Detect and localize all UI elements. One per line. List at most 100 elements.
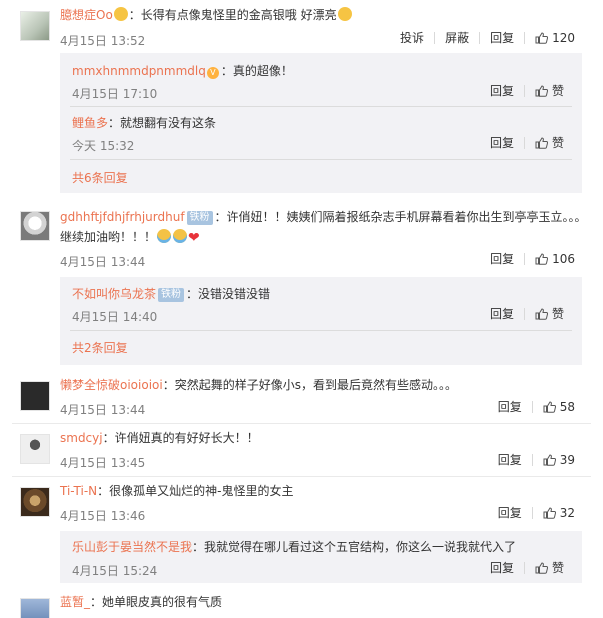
comment: gdhhftjfdhjfrhjurdhuf 铁粉 ：许俏妞！！姨姨们隔着报纸杂志手机… (0, 200, 603, 370)
comment-date: 4月15日 13:45 (60, 456, 146, 470)
reply-body: mmxhnmmdpnmmdlq V ：真的超像！ (72, 63, 570, 79)
thumbs-up-icon (535, 137, 548, 149)
avatar[interactable] (20, 211, 50, 241)
reply-box: 乐山彭于晏当然不是我：我就觉得在哪儿看过这个五官结构，你这么一说我就代入了 4月… (60, 531, 582, 583)
reply-text: ：没错没错没错 (186, 287, 271, 301)
comment-username[interactable]: gdhhftjfdhjfrhjurdhuf (60, 210, 185, 224)
reply-button[interactable]: 回复 (479, 32, 524, 44)
comment-actions: 回复 39 (488, 454, 585, 466)
like-count: 32 (559, 506, 575, 520)
comment-username[interactable]: 蓝暂_ (60, 595, 90, 609)
reply-username[interactable]: 乐山彭于晏当然不是我 (72, 540, 192, 554)
thumbs-up-icon (543, 454, 556, 466)
avatar[interactable] (20, 434, 50, 464)
reply-actions: 回复 赞 (480, 308, 574, 320)
reply-text: ：我就觉得在哪儿看过这个五官结构，你这么一说我就代入了 (192, 540, 517, 554)
comment-date: 4月15日 13:52 (60, 34, 146, 48)
like-label: 赞 (551, 84, 564, 98)
reply-actions: 回复 赞 (480, 137, 574, 149)
crying-emoji-icon (157, 229, 172, 243)
comment-username[interactable]: smdcyj (60, 431, 103, 445)
divider (70, 159, 572, 160)
comment-body: 臆想症Oo ：长得有点像鬼怪里的金高银哦 好漂亮 (60, 7, 591, 23)
like-button[interactable]: 120 (524, 32, 585, 44)
comment-date: 4月15日 13:44 (60, 255, 146, 269)
like-label: 赞 (551, 307, 564, 321)
reply-username[interactable]: mmxhnmmdpnmmdlq (72, 64, 206, 78)
reply-username[interactable]: 鲤鱼多 (72, 116, 108, 130)
emoji-icon (337, 7, 352, 21)
like-button[interactable]: 赞 (523, 561, 574, 575)
avatar[interactable] (20, 487, 50, 517)
like-count: 120 (552, 31, 575, 45)
report-button[interactable]: 投诉 (390, 32, 434, 44)
comment-actions: 投诉 屏蔽 回复 120 (390, 32, 585, 44)
reply-button[interactable]: 回复 (480, 562, 524, 574)
reply-date: 4月15日 15:24 (72, 564, 158, 578)
reply-button[interactable]: 回复 (480, 137, 524, 149)
like-button[interactable]: 赞 (523, 136, 574, 150)
thumbs-up-icon (535, 85, 548, 97)
reply-button[interactable]: 回复 (488, 507, 532, 519)
crying-emoji-icon (173, 229, 188, 243)
thumbs-up-icon (535, 562, 548, 574)
comment: 懒梦全惊破oioioioi：突然起舞的样子好像小s，看到最后竟然有些感动。。。 … (0, 370, 603, 420)
reply-button[interactable]: 回复 (480, 308, 524, 320)
reply-username[interactable]: 不如叫你乌龙茶 (72, 287, 156, 301)
reply-button[interactable]: 回复 (480, 253, 524, 265)
like-button[interactable]: 106 (524, 253, 585, 265)
emoji-icon (113, 7, 128, 21)
comment: 臆想症Oo ：长得有点像鬼怪里的金高银哦 好漂亮 4月15日 13:52 投诉 屏… (0, 0, 603, 193)
reply-button[interactable]: 回复 (488, 454, 532, 466)
comment-actions: 回复 58 (488, 401, 585, 413)
comment-username[interactable]: 懒梦全惊破oioioioi (60, 378, 163, 392)
thumbs-up-icon (543, 507, 556, 519)
like-count: 106 (552, 252, 575, 266)
like-button[interactable]: 39 (531, 453, 585, 467)
reply-box: mmxhnmmdpnmmdlq V ：真的超像！ 4月15日 17:10 回复 赞 … (60, 53, 582, 193)
like-button[interactable]: 58 (531, 400, 585, 414)
comment-text: ：突然起舞的样子好像小s，看到最后竟然有些感动。。。 (162, 378, 457, 392)
comment-actions: 回复 106 (480, 253, 585, 265)
thumbs-up-icon (543, 401, 556, 413)
like-count: 58 (559, 400, 575, 414)
like-label: 赞 (551, 136, 564, 150)
vip-icon: V (206, 67, 219, 79)
like-count: 39 (559, 453, 575, 467)
reply-actions: 回复 赞 (480, 562, 574, 574)
comment-body: gdhhftjfdhjfrhjurdhuf 铁粉 ：许俏妞！！姨姨们隔着报纸杂志手机… (60, 207, 591, 248)
block-button[interactable]: 屏蔽 (434, 32, 479, 44)
comment-body: 懒梦全惊破oioioioi：突然起舞的样子好像小s，看到最后竟然有些感动。。。 (60, 377, 591, 393)
reply-body: 不如叫你乌龙茶 铁粉 ：没错没错没错 (72, 286, 570, 302)
reply-date: 4月15日 17:10 (72, 87, 158, 101)
like-label: 赞 (551, 561, 564, 575)
reply-box: 不如叫你乌龙茶 铁粉 ：没错没错没错 4月15日 14:40 回复 赞 共2条回复 (60, 277, 582, 365)
reply-text: ：真的超像！ (220, 64, 293, 78)
more-replies-link[interactable]: 共2条回复 (72, 339, 128, 356)
reply-button[interactable]: 回复 (480, 85, 524, 97)
like-button[interactable]: 32 (531, 506, 585, 520)
reply-button[interactable]: 回复 (488, 401, 532, 413)
avatar[interactable] (20, 11, 50, 41)
comment-text: ：很像孤单又灿烂的神-鬼怪里的女主 (97, 484, 294, 498)
reply-body: 鲤鱼多：就想翻有没有这条 (72, 115, 570, 131)
reply-actions: 回复 赞 (480, 85, 574, 97)
comment-actions: 回复 32 (488, 507, 585, 519)
fan-badge: 铁粉 (186, 211, 213, 225)
more-replies-link[interactable]: 共6条回复 (72, 169, 128, 186)
avatar[interactable] (20, 598, 50, 618)
comment-username[interactable]: Ti-Ti-N (60, 484, 97, 498)
comment-text: ：她单眼皮真的很有气质 (90, 595, 223, 609)
divider (70, 106, 572, 107)
avatar[interactable] (20, 381, 50, 411)
like-button[interactable]: 赞 (523, 84, 574, 98)
like-button[interactable]: 赞 (523, 307, 574, 321)
reply-body: 乐山彭于晏当然不是我：我就觉得在哪儿看过这个五官结构，你这么一说我就代入了 (72, 539, 570, 555)
comment-text: ：许俏妞真的有好好长大！！ (102, 431, 259, 445)
reply-date: 4月15日 14:40 (72, 310, 158, 324)
comment-body: 蓝暂_：她单眼皮真的很有气质 (60, 594, 591, 610)
comment-username[interactable]: 臆想症Oo (60, 8, 113, 22)
fan-badge: 铁粉 (158, 288, 185, 302)
comment-body: Ti-Ti-N：很像孤单又灿烂的神-鬼怪里的女主 (60, 483, 591, 499)
comment-body: smdcyj：许俏妞真的有好好长大！！ (60, 430, 591, 446)
